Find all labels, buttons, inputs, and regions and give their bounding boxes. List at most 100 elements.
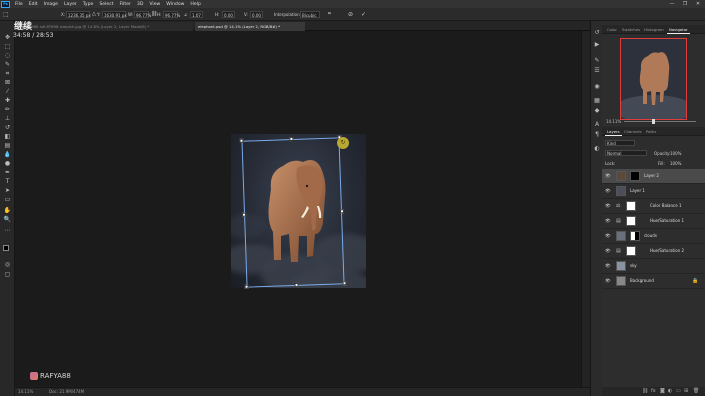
cancel-transform-button[interactable]: ⊘ bbox=[348, 11, 353, 18]
quick-mask-icon[interactable]: ◎ bbox=[3, 261, 12, 269]
width-input[interactable]: 96.77% bbox=[134, 11, 151, 18]
menu-select[interactable]: Select bbox=[96, 2, 116, 7]
tab-paths[interactable]: Paths bbox=[644, 128, 658, 136]
eye-icon[interactable]: 👁 bbox=[605, 249, 611, 254]
vertical-scrollbar[interactable] bbox=[581, 31, 590, 387]
screen-mode-icon[interactable]: ▢ bbox=[3, 271, 12, 279]
x-position-input[interactable]: 1236.35 px bbox=[66, 11, 91, 18]
h-skew-input[interactable]: 0.00 bbox=[222, 11, 235, 18]
menu-layer[interactable]: Layer bbox=[61, 2, 80, 7]
libraries-panel-icon[interactable]: ◉ bbox=[593, 83, 601, 91]
link-layers-icon[interactable]: ⛓ bbox=[642, 388, 648, 394]
brush-tool-icon[interactable]: ✏ bbox=[3, 106, 12, 114]
layer-mask-thumbnail[interactable] bbox=[630, 171, 640, 181]
tab-channels[interactable]: Channels bbox=[622, 128, 644, 136]
eye-icon[interactable]: 👁 bbox=[605, 204, 611, 209]
gradient-tool-icon[interactable]: ▤ bbox=[3, 142, 12, 150]
menu-3d[interactable]: 3D bbox=[134, 2, 146, 7]
v-skew-input[interactable]: 0.00 bbox=[250, 11, 263, 18]
transform-handle-bottom-right[interactable] bbox=[342, 281, 347, 286]
path-selection-tool-icon[interactable]: ➤ bbox=[3, 187, 12, 195]
layer-row[interactable]: 👁 ▤ Hue/Saturation 1 bbox=[602, 214, 705, 229]
healing-brush-tool-icon[interactable]: ✚ bbox=[3, 97, 12, 105]
restore-button[interactable]: ❐ bbox=[682, 1, 688, 7]
layer-row[interactable]: 👁 Background 🔒 bbox=[602, 274, 705, 289]
tab-layers[interactable]: Layers bbox=[605, 128, 622, 136]
menu-window[interactable]: Window bbox=[163, 2, 187, 7]
dodge-tool-icon[interactable]: ● bbox=[3, 160, 12, 168]
free-transform-box[interactable] bbox=[239, 135, 347, 289]
transform-handle-bottom-left[interactable] bbox=[244, 284, 249, 289]
menu-image[interactable]: Image bbox=[41, 2, 61, 7]
y-position-input[interactable]: 1630.91 px bbox=[102, 11, 127, 18]
eye-icon[interactable]: 👁 bbox=[605, 189, 611, 194]
eye-icon[interactable]: 👁 bbox=[605, 279, 611, 284]
angle-input[interactable]: 1.07 bbox=[190, 11, 203, 18]
interpolation-select[interactable]: Bicubic bbox=[300, 11, 320, 18]
character-panel-icon[interactable]: A bbox=[593, 121, 601, 129]
opacity-input[interactable]: 100% bbox=[670, 151, 681, 156]
menu-edit[interactable]: Edit bbox=[26, 2, 41, 7]
layer-mask-thumbnail[interactable] bbox=[626, 201, 636, 211]
history-panel-icon[interactable]: ↺ bbox=[593, 29, 601, 37]
transform-handle-top[interactable] bbox=[289, 136, 294, 142]
height-input[interactable]: 96.77% bbox=[163, 11, 180, 18]
rotate-icon[interactable]: ↻ bbox=[337, 137, 349, 149]
new-group-icon[interactable]: ▭ bbox=[676, 388, 681, 394]
actions-panel-icon[interactable]: ▶ bbox=[593, 41, 601, 49]
warp-icon[interactable]: ⌗ bbox=[328, 11, 331, 18]
menu-help[interactable]: Help bbox=[187, 2, 203, 7]
tab-navigator[interactable]: Navigator bbox=[667, 26, 690, 34]
frame-tool-icon[interactable]: ⊠ bbox=[3, 79, 12, 87]
layer-row[interactable]: 👁 Layer 2 bbox=[602, 169, 705, 184]
relative-position-icon[interactable]: △ bbox=[92, 11, 96, 18]
brush-panel-icon[interactable]: ✎ bbox=[593, 57, 601, 65]
eye-icon[interactable]: 👁 bbox=[605, 264, 611, 269]
close-window-button[interactable]: ✕ bbox=[695, 1, 701, 7]
minimize-button[interactable]: — bbox=[669, 1, 675, 7]
eye-icon[interactable]: 👁 bbox=[605, 219, 611, 224]
rectangle-tool-icon[interactable]: ▭ bbox=[3, 196, 12, 204]
menu-type[interactable]: Type bbox=[80, 2, 97, 7]
photoshop-logo[interactable]: Ps bbox=[1, 0, 10, 8]
layer-filter-kind[interactable]: Kind bbox=[605, 140, 635, 146]
move-tool-icon[interactable]: ✥ bbox=[3, 34, 12, 42]
marquee-tool-icon[interactable]: ⬚ bbox=[3, 43, 12, 51]
eraser-tool-icon[interactable]: ◧ bbox=[3, 133, 12, 141]
quick-select-tool-icon[interactable]: ✎ bbox=[3, 61, 12, 69]
layer-row[interactable]: 👁 sky bbox=[602, 259, 705, 274]
crop-tool-icon[interactable]: ⌗ bbox=[3, 70, 12, 78]
layer-row[interactable]: 👁 ▤ Hue/Saturation 2 bbox=[602, 244, 705, 259]
type-tool-icon[interactable]: T bbox=[3, 178, 12, 186]
menu-file[interactable]: File bbox=[12, 2, 26, 7]
navigator-zoom-value[interactable]: 14.11% bbox=[606, 119, 621, 124]
transform-handle-left[interactable] bbox=[241, 212, 247, 217]
blend-mode-select[interactable]: Normal bbox=[605, 150, 647, 156]
zoom-level[interactable]: 14.11% bbox=[18, 389, 33, 394]
layer-mask-thumbnail[interactable] bbox=[626, 246, 636, 256]
clone-stamp-tool-icon[interactable]: ⊥ bbox=[3, 115, 12, 123]
pen-tool-icon[interactable]: ✒ bbox=[3, 169, 12, 177]
navigator-slider-thumb[interactable] bbox=[652, 119, 655, 124]
navigator-thumbnail[interactable] bbox=[620, 38, 687, 120]
transform-handle-bottom[interactable] bbox=[294, 282, 299, 287]
adjustments-panel-icon[interactable]: ☰ bbox=[593, 67, 601, 75]
layer-row[interactable]: 👁 Layer 1 bbox=[602, 184, 705, 199]
properties-panel-icon[interactable]: ▦ bbox=[593, 97, 601, 105]
paragraph-panel-icon[interactable]: ¶ bbox=[593, 131, 601, 139]
layer-mask-thumbnail[interactable] bbox=[630, 231, 640, 241]
commit-transform-button[interactable]: ✓ bbox=[361, 11, 366, 18]
adjustment-layer-icon[interactable]: ◐ bbox=[668, 388, 672, 394]
layer-mask-thumbnail[interactable] bbox=[626, 216, 636, 226]
transform-handle-top-left[interactable] bbox=[239, 138, 244, 143]
delete-layer-icon[interactable]: 🗑 bbox=[693, 388, 699, 394]
foreground-color-swatch[interactable] bbox=[3, 245, 9, 251]
eyedropper-tool-icon[interactable]: ⁄ bbox=[3, 88, 12, 96]
eye-icon[interactable]: 👁 bbox=[605, 234, 611, 239]
new-layer-icon[interactable]: ⊞ bbox=[684, 388, 688, 394]
layer-row[interactable]: 👁 ⚖ Color Balance 1 bbox=[602, 199, 705, 214]
tab-swatches[interactable]: Swatches bbox=[620, 26, 642, 34]
tab-document-1[interactable]: ...ing-6988 sdl.8T898 simplsh.jpg @ 14.8… bbox=[15, 22, 193, 31]
eye-icon[interactable]: 👁 bbox=[605, 174, 611, 179]
hand-tool-icon[interactable]: ✋ bbox=[3, 207, 12, 215]
